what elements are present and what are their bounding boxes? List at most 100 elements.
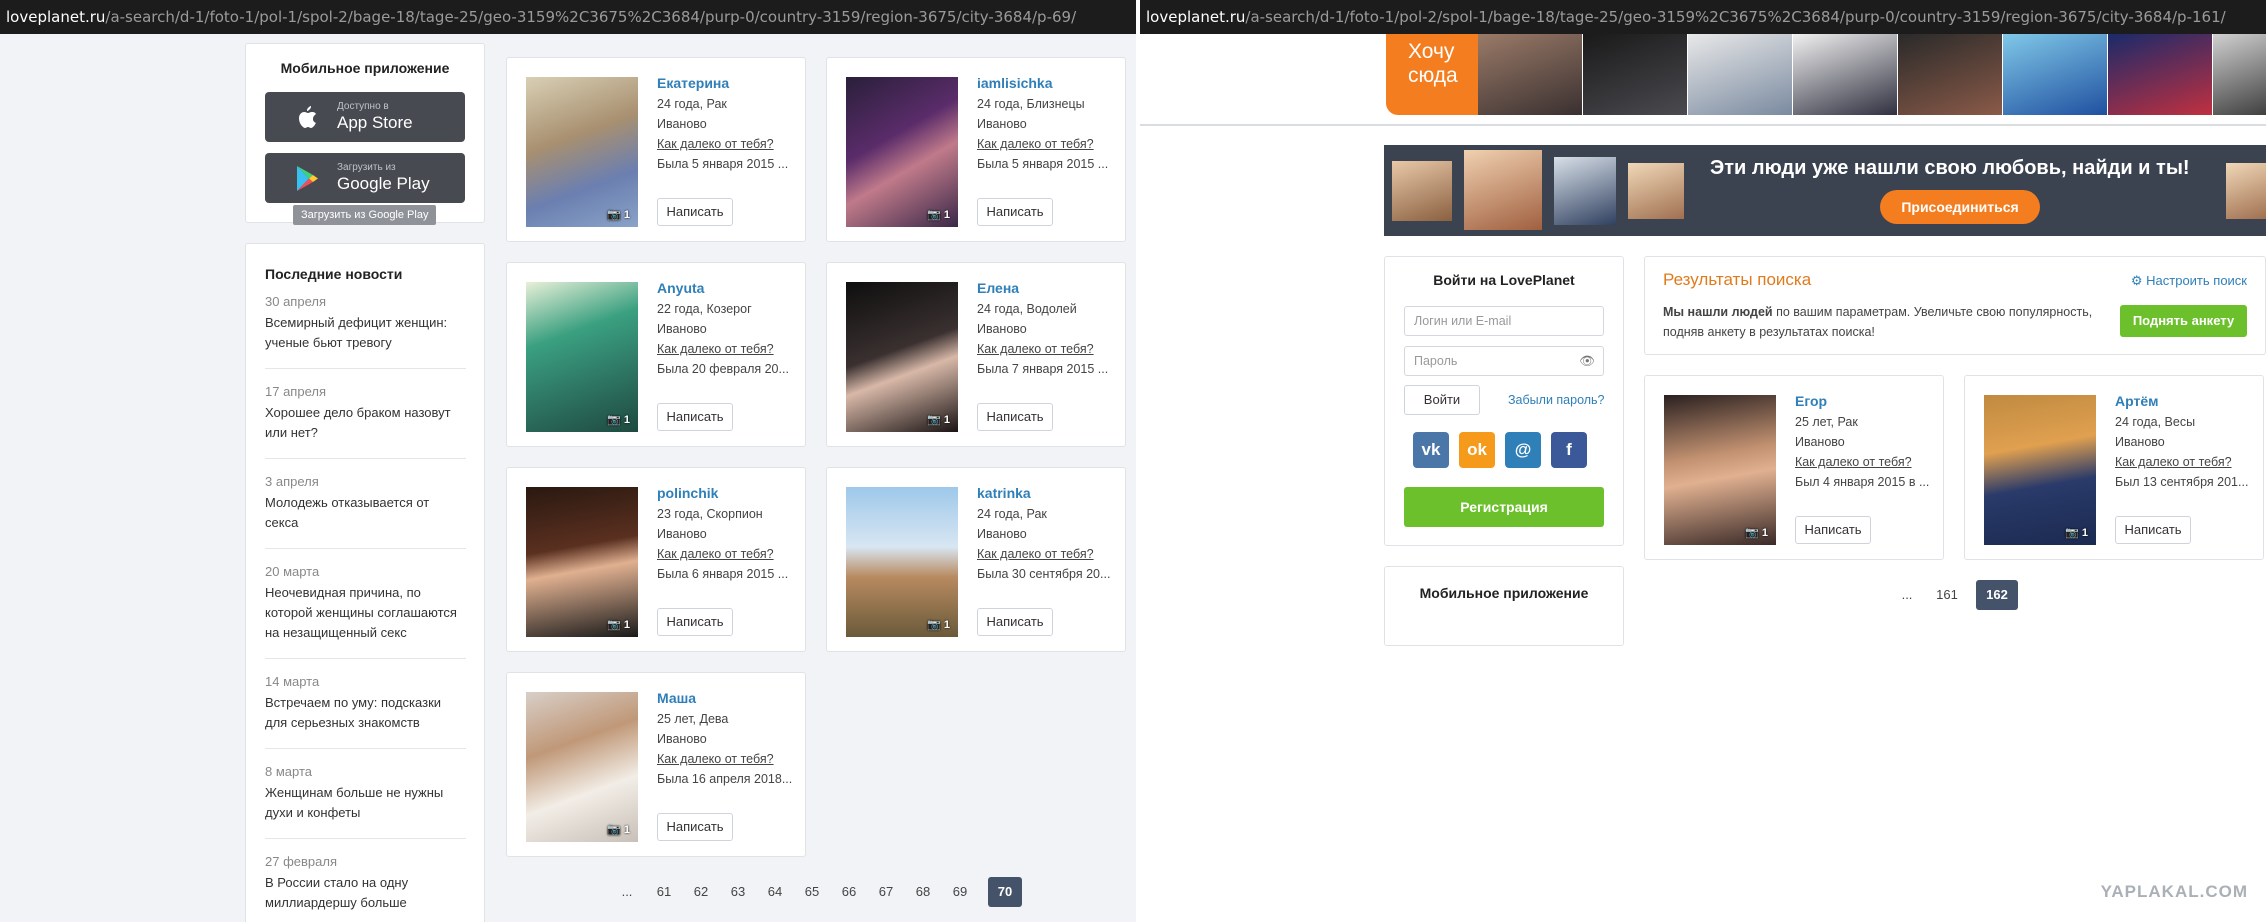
profile-name[interactable]: iamlisichka [977, 75, 1053, 91]
raise-profile-button[interactable]: Поднять анкету [2120, 305, 2247, 337]
vk-icon[interactable]: vk [1413, 432, 1449, 468]
write-button[interactable]: Написать [977, 608, 1053, 636]
profile-photo[interactable]: 📷 1 [1984, 395, 2096, 545]
join-button[interactable]: Присоединиться [1880, 190, 2040, 224]
write-button[interactable]: Написать [2115, 516, 2191, 544]
page-link[interactable]: 62 [684, 877, 718, 907]
distance-link[interactable]: Как далеко от тебя? [657, 547, 774, 561]
news-text[interactable]: Всемирный дефицит женщин: ученые бьют тр… [265, 313, 465, 353]
mobile-app-box: Мобильное приложение [1384, 566, 1624, 646]
page-link[interactable]: 67 [869, 877, 903, 907]
profile-last-seen: Была 20 февраля 20... [657, 362, 789, 376]
news-item[interactable]: 30 апреля Всемирный дефицит женщин: учены… [265, 294, 465, 353]
top-strip-photo[interactable] [1898, 34, 2002, 115]
write-button[interactable]: Написать [657, 813, 733, 841]
distance-link[interactable]: Как далеко от тебя? [657, 137, 774, 151]
write-button[interactable]: Написать [1795, 516, 1871, 544]
news-date: 14 марта [265, 674, 320, 689]
register-button[interactable]: Регистрация [1404, 487, 1604, 527]
top-strip-photo[interactable] [2003, 34, 2107, 115]
news-item[interactable]: 20 марта Неочевидная причина, по которой … [265, 564, 465, 643]
configure-search-link[interactable]: ⚙ Настроить поиск [2131, 273, 2247, 289]
forgot-password-link[interactable]: Забыли пароль? [1508, 393, 1605, 407]
url-host: loveplanet.ru [6, 8, 106, 26]
google-play-button[interactable]: Загрузить из Google Play [265, 153, 465, 203]
login-button[interactable]: Войти [1404, 385, 1480, 415]
distance-link[interactable]: Как далеко от тебя? [977, 137, 1094, 151]
distance-link[interactable]: Как далеко от тебя? [977, 547, 1094, 561]
news-text[interactable]: Хорошее дело браком назовут или нет? [265, 403, 465, 443]
write-button[interactable]: Написать [657, 198, 733, 226]
news-item[interactable]: 3 апреля Молодежь отказывается от секса [265, 474, 465, 533]
top-strip-photo[interactable] [1583, 34, 1687, 115]
page-link[interactable]: 161 [1930, 580, 1964, 610]
watermark: YAPLAKAL.COM [2100, 882, 2248, 901]
facebook-icon[interactable]: f [1551, 432, 1587, 468]
top-strip-photo[interactable] [1688, 34, 1792, 115]
profile-photo[interactable]: 📷 1 [846, 487, 958, 637]
profile-name[interactable]: Елена [977, 280, 1019, 296]
profile-city: Иваново [657, 732, 707, 746]
profile-card: 📷 1 katrinka 24 года, Рак Иваново Как да… [826, 467, 1126, 652]
top-strip-photo[interactable] [2108, 34, 2212, 115]
news-text[interactable]: В России стало на одну миллиардершу боль… [265, 873, 465, 913]
login-input[interactable]: Логин или E-mail [1404, 306, 1604, 336]
profile-photo[interactable]: 📷 1 [846, 282, 958, 432]
news-text[interactable]: Неочевидная причина, по которой женщины … [265, 583, 465, 643]
profile-name[interactable]: Маша [657, 690, 696, 706]
news-item[interactable]: 8 марта Женщинам больше не нужны духи и к… [265, 764, 465, 823]
news-item[interactable]: 17 апреля Хорошее дело браком назовут или… [265, 384, 465, 443]
page-current[interactable]: 70 [988, 877, 1022, 907]
profile-photo[interactable]: 📷 1 [846, 77, 958, 227]
news-text[interactable]: Молодежь отказывается от секса [265, 493, 465, 533]
profile-photo[interactable]: 📷 1 [1664, 395, 1776, 545]
mailru-icon[interactable]: @ [1505, 432, 1541, 468]
news-item[interactable]: 14 марта Встречаем по уму: подсказки для … [265, 674, 465, 733]
page-link[interactable]: 63 [721, 877, 755, 907]
write-button[interactable]: Написать [657, 608, 733, 636]
write-button[interactable]: Написать [977, 198, 1053, 226]
distance-link[interactable]: Как далеко от тебя? [977, 342, 1094, 356]
news-text[interactable]: Встречаем по уму: подсказки для серьезны… [265, 693, 465, 733]
profile-photo[interactable]: 📷 1 [526, 282, 638, 432]
distance-link[interactable]: Как далеко от тебя? [657, 342, 774, 356]
distance-link[interactable]: Как далеко от тебя? [2115, 455, 2232, 469]
password-input[interactable]: Пароль 👁 [1404, 346, 1604, 376]
banner-text: Эти люди уже нашли свою любовь, найди и … [1710, 157, 2190, 179]
page-link[interactable]: 69 [943, 877, 977, 907]
address-bar[interactable]: loveplanet.ru/a-search/d-1/foto-1/pol-1/… [0, 0, 1136, 34]
profile-name[interactable]: katrinka [977, 485, 1031, 501]
profile-name[interactable]: polinchik [657, 485, 718, 501]
profile-name[interactable]: Артём [2115, 393, 2158, 409]
news-item[interactable]: 27 февраля В России стало на одну миллиар… [265, 854, 465, 913]
page-link[interactable]: 64 [758, 877, 792, 907]
page-current[interactable]: 162 [1976, 580, 2018, 610]
profile-name[interactable]: Anyuta [657, 280, 704, 296]
hochu-syuda-button[interactable]: Хочу сюда [1386, 34, 1478, 115]
profile-name[interactable]: Егор [1795, 393, 1827, 409]
app-store-button[interactable]: Доступно в App Store [265, 92, 465, 142]
page-link[interactable]: 66 [832, 877, 866, 907]
top-strip-photo[interactable] [1793, 34, 1897, 115]
top-strip-photo[interactable] [1478, 34, 1582, 115]
distance-link[interactable]: Как далеко от тебя? [1795, 455, 1912, 469]
address-bar[interactable]: loveplanet.ru/a-search/d-1/foto-1/pol-2/… [1140, 0, 2266, 34]
distance-link[interactable]: Как далеко от тебя? [657, 752, 774, 766]
odnoklassniki-icon[interactable]: ok [1459, 432, 1495, 468]
page-link[interactable]: 68 [906, 877, 940, 907]
profile-photo[interactable]: 📷 1 [526, 487, 638, 637]
page-link[interactable]: 65 [795, 877, 829, 907]
promo-banner[interactable]: Эти люди уже нашли свою любовь, найди и … [1384, 145, 2266, 236]
write-button[interactable]: Написать [657, 403, 733, 431]
page-ellipsis: ... [1901, 587, 1913, 602]
profile-photo[interactable]: 📷 1 [526, 692, 638, 842]
profile-photo[interactable]: 📷 1 [526, 77, 638, 227]
show-password-eye-icon[interactable]: 👁 [1579, 347, 1595, 375]
profile-last-seen: Была 5 января 2015 ... [977, 157, 1109, 171]
top-strip-photo[interactable] [2213, 34, 2266, 115]
write-button[interactable]: Написать [977, 403, 1053, 431]
news-text[interactable]: Женщинам больше не нужны духи и конфеты [265, 783, 465, 823]
profile-name[interactable]: Екатерина [657, 75, 729, 91]
page-link[interactable]: 61 [647, 877, 681, 907]
profile-age-sign: 24 года, Весы [2115, 415, 2196, 429]
